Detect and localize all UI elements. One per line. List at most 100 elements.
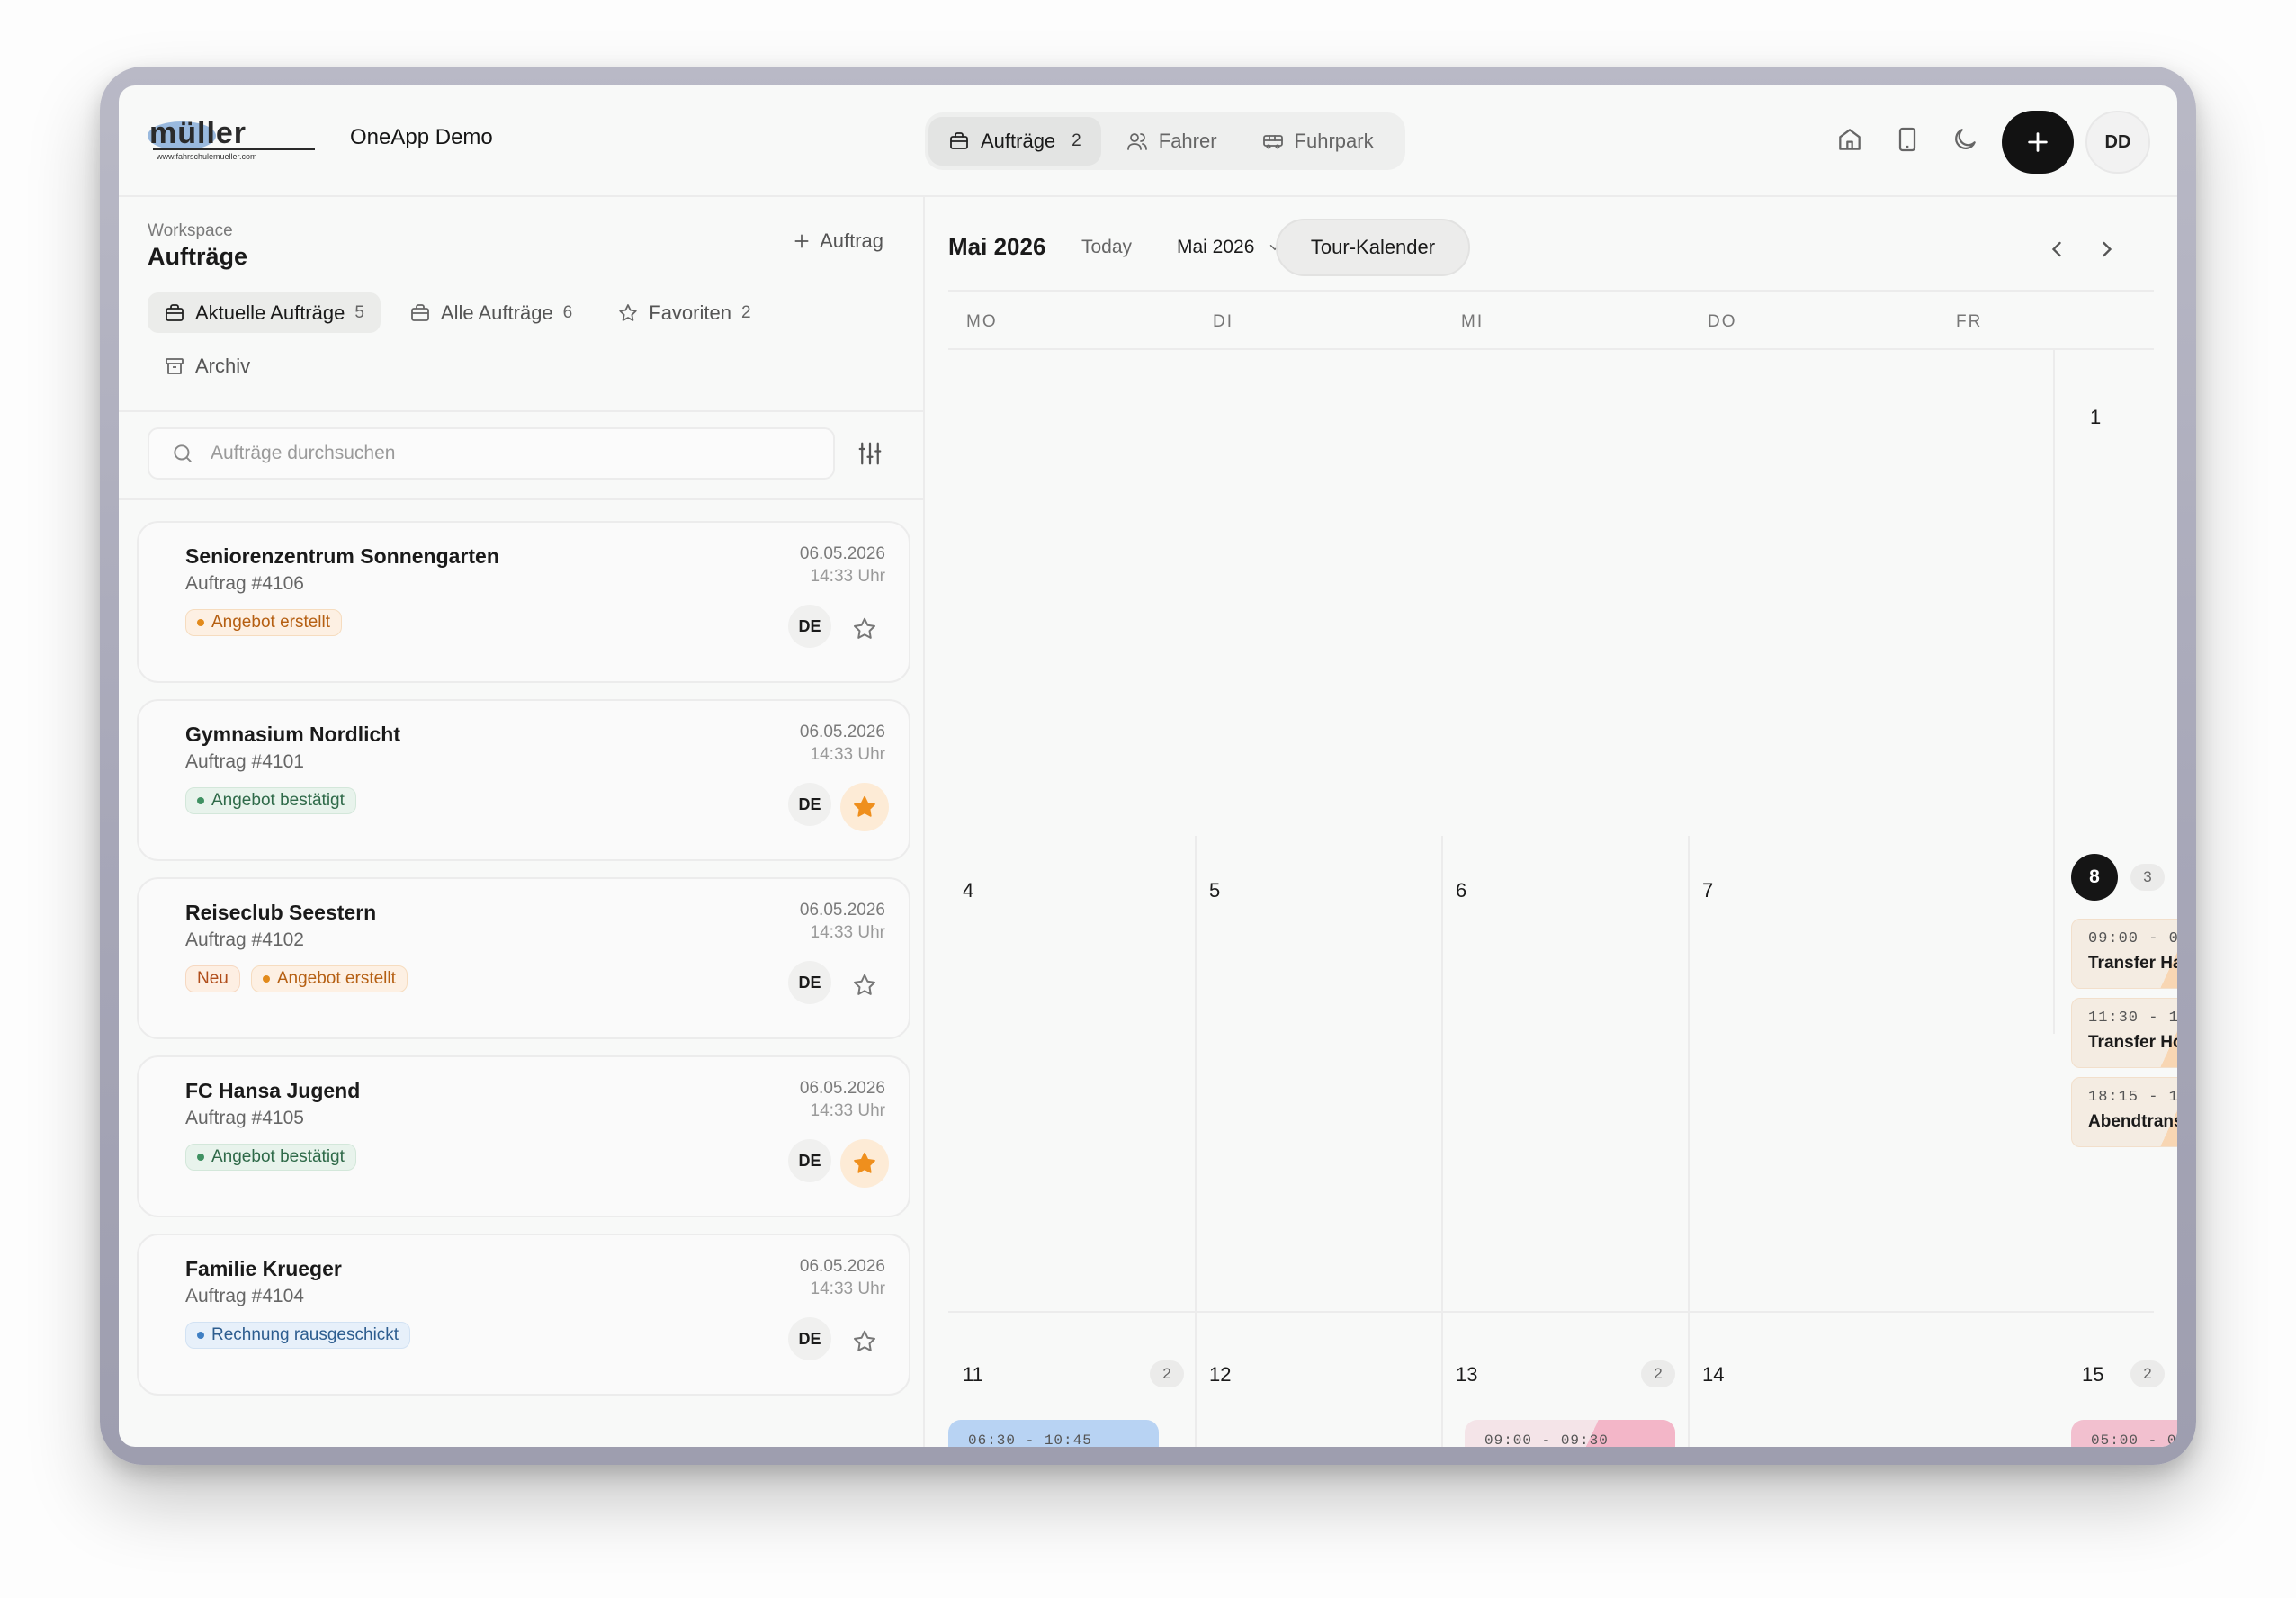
favorite-toggle[interactable] [840,1317,889,1366]
nav-tab-label: Aufträge [981,130,1056,152]
calendar-event-peek[interactable]: 05:00 - 09:30 [2071,1420,2177,1447]
orders-panel: Workspace Aufträge Auftrag Aktuelle Auft… [119,197,925,1447]
star-outline-icon [854,617,875,639]
event-count-badge: 2 [1150,1360,1184,1387]
day-number[interactable]: 14 [1702,1363,1724,1387]
order-card[interactable]: Seniorenzentrum Sonnengarten Auftrag #41… [137,521,910,683]
event-time: 18:15 - 18:50 [2088,1089,2177,1106]
month-select[interactable]: Mai 2026 [1177,237,1283,258]
calendar-event[interactable]: 18:15 - 18:50 Abendtransfer zur ... [2071,1077,2177,1147]
favorite-toggle[interactable] [840,1139,889,1188]
filter-label: Favoriten [649,301,731,324]
mueller-logo[interactable]: müller www.fahrschulemueller.com [146,116,329,163]
filter-label: Alle Aufträge [440,301,553,324]
nav-tab-label: Fahrer [1158,130,1217,152]
grid-line [948,1311,2154,1313]
archive-icon [166,357,184,374]
chevron-left-icon[interactable] [2044,237,2069,262]
logo-url: www.fahrschulemueller.com [156,152,257,161]
order-time: 14:33 Uhr [810,1279,885,1298]
event-time: 11:30 - 12:05 [2088,1010,2177,1027]
filter-favoriten[interactable]: Favoriten 2 [601,292,767,333]
day-number[interactable]: 11 [963,1363,983,1387]
create-button[interactable] [2002,111,2074,174]
tablet-icon[interactable] [1893,125,1922,154]
users-icon [1126,133,1147,150]
order-card[interactable]: Familie Krueger Auftrag #4104 06.05.2026… [137,1234,910,1396]
weekday-label: FR [1956,312,1983,331]
order-name: Reiseclub Seestern [185,901,377,924]
order-date: 06.05.2026 [799,1079,885,1098]
order-number: Auftrag #4104 [185,1286,304,1306]
favorite-toggle[interactable] [840,783,889,831]
day-number[interactable]: 7 [1702,879,1713,902]
briefcase-icon [166,303,184,321]
calendar-event-peek[interactable]: 06:30 - 10:45 [948,1420,1159,1447]
event-time: 05:00 - 09:30 [2091,1432,2177,1447]
filter-count: 6 [562,302,573,322]
divider [948,348,2154,350]
order-number: Auftrag #4105 [185,1108,304,1128]
grid-line [1195,836,1197,1447]
order-card[interactable]: FC Hansa Jugend Auftrag #4105 06.05.2026… [137,1055,910,1217]
filter-label: Aktuelle Aufträge [195,301,345,324]
order-number: Auftrag #4102 [185,929,304,950]
today-button[interactable]: Today [1081,237,1132,258]
star-filled-icon [854,795,875,817]
day-number[interactable]: 5 [1209,879,1220,902]
month-select-value: Mai 2026 [1177,237,1255,257]
home-icon[interactable] [1835,125,1864,154]
event-count-badge: 3 [2130,864,2165,891]
status-badge: Rechnung rausgeschickt [185,1322,411,1349]
filter-count: 2 [740,302,751,322]
nav-tab-auftraege[interactable]: Aufträge 2 [928,117,1101,166]
order-name: Familie Krueger [185,1257,342,1280]
app-window: müller www.fahrschulemueller.com OneApp … [119,85,2177,1447]
day-number-today[interactable]: 8 [2071,854,2118,901]
day-number[interactable]: 15 [2082,1363,2103,1387]
grid-line [1688,836,1690,1447]
event-time: 06:30 - 10:45 [968,1432,1092,1447]
star-icon [619,303,637,321]
search-input[interactable] [211,443,750,464]
filter-alle-auftraege[interactable]: Alle Aufträge 6 [393,292,588,333]
sliders-icon[interactable] [857,440,883,467]
star-outline-icon [854,974,875,995]
calendar-event[interactable]: 11:30 - 12:05 Transfer Hotel zur ... [2071,998,2177,1068]
filter-archiv[interactable]: Archiv [148,346,266,386]
order-card[interactable]: Reiseclub Seestern Auftrag #4102 06.05.2… [137,877,910,1039]
status-badge: Angebot bestätigt [185,1144,356,1171]
order-search[interactable] [148,427,835,480]
day-number[interactable]: 1 [2090,406,2101,429]
tour-calendar-button[interactable]: Tour-Kalender [1276,219,1470,276]
star-outline-icon [854,1330,875,1351]
filter-aktuelle-auftraege[interactable]: Aktuelle Aufträge 5 [148,292,381,333]
day-number[interactable]: 4 [963,879,973,902]
favorite-toggle[interactable] [840,961,889,1010]
day-number[interactable]: 6 [1456,879,1466,902]
calendar-event[interactable]: 09:00 - 09:35 Transfer Hauptbah... [2071,919,2177,989]
order-date: 06.05.2026 [799,1257,885,1276]
chevron-right-icon[interactable] [2094,237,2120,262]
add-order-button[interactable]: Auftrag [793,229,883,253]
nav-tab-label: Fuhrpark [1294,130,1374,152]
language-badge: DE [788,1139,831,1182]
bus-icon [1262,135,1283,149]
divider [119,498,923,500]
calendar-event-peek[interactable]: 09:00 - 09:30 [1465,1420,1675,1447]
calendar-panel: Mai 2026 Today Mai 2026 Tour-Kalender MO… [925,197,2177,1447]
day-number[interactable]: 13 [1456,1363,1477,1387]
status-badges: Neu Angebot erstellt [185,965,408,992]
moon-icon[interactable] [1951,125,1979,154]
order-card[interactable]: Gymnasium Nordlicht Auftrag #4101 06.05.… [137,699,910,861]
nav-tab-fuhrpark[interactable]: Fuhrpark [1242,117,1394,166]
favorite-toggle[interactable] [840,605,889,653]
calendar-title: Mai 2026 [948,233,1046,260]
app-header: müller www.fahrschulemueller.com OneApp … [119,85,2177,197]
nav-tab-fahrer[interactable]: Fahrer [1107,117,1237,166]
event-count-badge: 2 [2130,1360,2165,1387]
day-number[interactable]: 12 [1209,1363,1231,1387]
order-filters: Aktuelle Aufträge 5 Alle Aufträge 6 Favo… [148,292,885,386]
order-name: Seniorenzentrum Sonnengarten [185,544,499,568]
user-avatar[interactable]: DD [2085,111,2150,174]
